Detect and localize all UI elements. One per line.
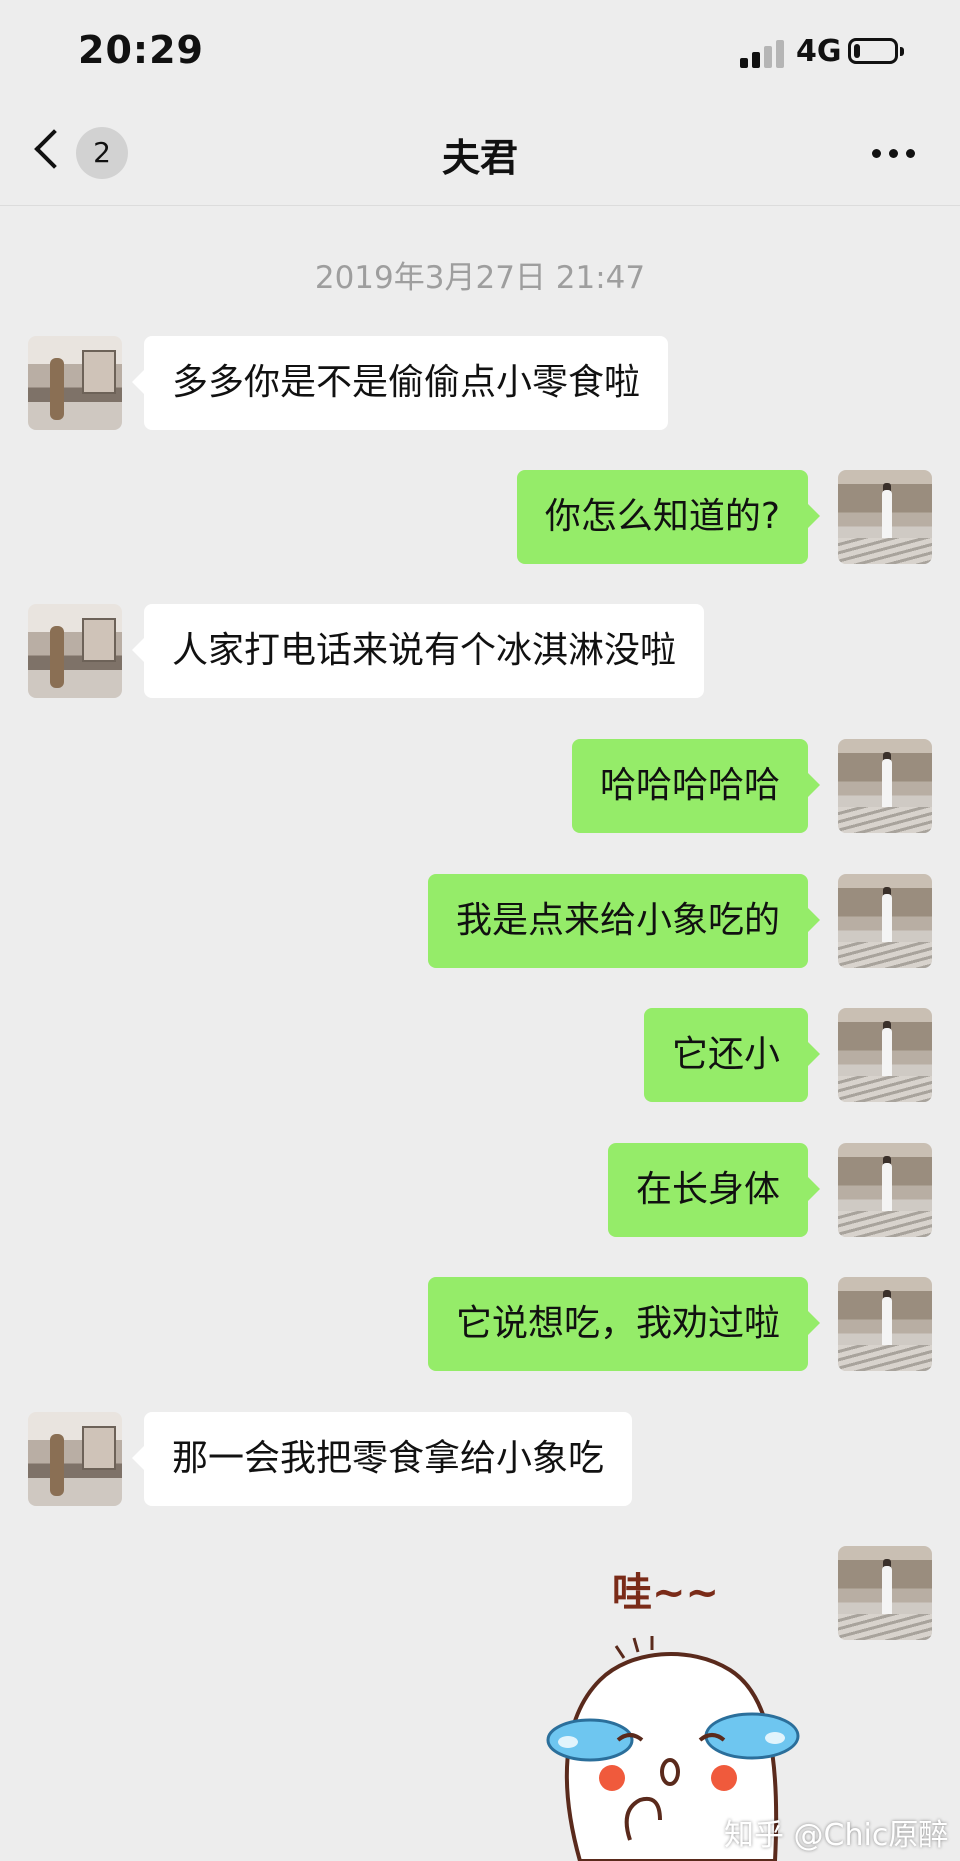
message-bubble-outgoing[interactable]: 在长身体 bbox=[607, 1143, 821, 1237]
my-avatar[interactable] bbox=[838, 739, 932, 833]
signal-icon bbox=[740, 38, 786, 68]
message-bubble-incoming[interactable]: 人家打电话来说有个冰淇淋没啦 bbox=[131, 604, 705, 698]
contact-avatar[interactable] bbox=[28, 336, 122, 430]
chat-header: 2 夫君 bbox=[0, 105, 960, 206]
message-bubble-outgoing[interactable]: 哈哈哈哈哈 bbox=[571, 739, 821, 833]
message-bubble-outgoing[interactable]: 它说想吃，我劝过啦 bbox=[427, 1277, 821, 1371]
contact-avatar[interactable] bbox=[28, 604, 122, 698]
message-row: 你怎么知道的? bbox=[0, 470, 960, 570]
message-timestamp: 2019年3月27日 21:47 bbox=[314, 260, 646, 296]
network-label: 4G bbox=[796, 34, 842, 69]
my-avatar[interactable] bbox=[838, 470, 932, 564]
my-avatar[interactable] bbox=[838, 1143, 932, 1237]
my-avatar[interactable] bbox=[838, 1008, 932, 1102]
message-row: 它还小 bbox=[0, 1008, 960, 1108]
message-row: 多多你是不是偷偷点小零食啦 bbox=[0, 336, 960, 436]
my-avatar[interactable] bbox=[838, 1277, 932, 1371]
status-bar: 20:29 4G bbox=[0, 0, 960, 105]
my-avatar[interactable] bbox=[838, 1546, 932, 1640]
battery-icon bbox=[848, 38, 904, 64]
my-avatar[interactable] bbox=[838, 874, 932, 968]
message-row: 那一会我把零食拿给小象吃 bbox=[0, 1412, 960, 1512]
message-row: 哈哈哈哈哈 bbox=[0, 739, 960, 839]
message-bubble-outgoing[interactable]: 你怎么知道的? bbox=[516, 470, 821, 564]
watermark: 知乎 @Chic原醉 bbox=[724, 1818, 949, 1853]
message-bubble-outgoing[interactable]: 它还小 bbox=[643, 1008, 821, 1102]
status-time: 20:29 bbox=[78, 28, 204, 72]
message-bubble-outgoing[interactable]: 我是点来给小象吃的 bbox=[427, 874, 821, 968]
contact-avatar[interactable] bbox=[28, 1412, 122, 1506]
chat-title: 夫君 bbox=[441, 136, 518, 180]
message-row: 我是点来给小象吃的 bbox=[0, 874, 960, 974]
message-row: 人家打电话来说有个冰淇淋没啦 bbox=[0, 604, 960, 704]
message-bubble-incoming[interactable]: 那一会我把零食拿给小象吃 bbox=[131, 1412, 633, 1506]
message-row: 在长身体 bbox=[0, 1143, 960, 1243]
more-dots-icon[interactable] bbox=[872, 149, 916, 159]
message-bubble-incoming[interactable]: 多多你是不是偷偷点小零食啦 bbox=[131, 336, 669, 430]
message-row: 它说想吃，我劝过啦 bbox=[0, 1277, 960, 1377]
